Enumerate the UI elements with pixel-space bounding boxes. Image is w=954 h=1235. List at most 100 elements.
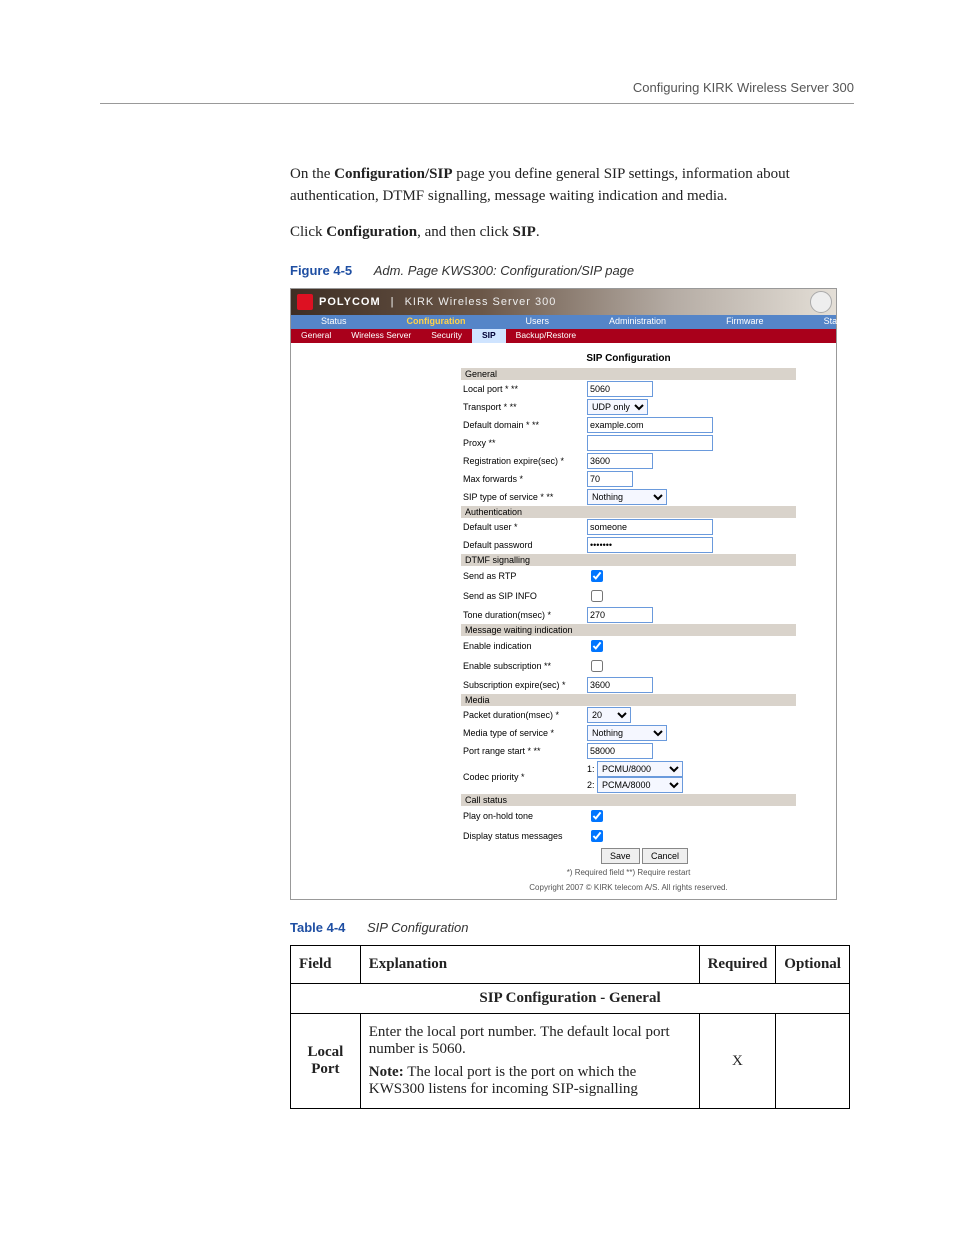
input-default-domain[interactable] [587,417,713,433]
table-row: Local Port Enter the local port number. … [291,1014,850,1109]
label-tone-duration: Tone duration(msec) * [461,606,585,624]
click-paragraph: Click Configuration, and then click SIP. [290,222,854,244]
primary-tab[interactable]: Users [496,315,580,329]
figure-title: Adm. Page KWS300: Configuration/SIP page [374,263,634,278]
primary-tab[interactable]: Statistics [794,315,890,329]
table-section-row: SIP Configuration - General [291,984,850,1014]
label-transport: Transport * ** [461,398,585,416]
primary-tab-bar: StatusConfigurationUsersAdministrationFi… [291,315,836,329]
input-max-forwards[interactable] [587,471,633,487]
section-general: General [461,368,796,380]
label-display-status: Display status messages [461,826,585,846]
section-call-status: Call status [461,794,796,806]
footnote-copyright: Copyright 2007 © KIRK telecom A/S. All r… [461,883,796,893]
inline-bold: Configuration [326,224,417,240]
checkbox-send-info[interactable] [591,590,603,602]
label-sub-expire: Subscription expire(sec) * [461,676,585,694]
select-codec-1[interactable]: PCMU/8000 [597,761,683,777]
label-enable-indication: Enable indication [461,636,585,656]
section-mwi: Message waiting indication [461,624,796,636]
select-transport[interactable]: UDP only [587,399,648,415]
inline-bold: Configuration/SIP [334,166,452,182]
input-tone-duration[interactable] [587,607,653,623]
embedded-screenshot: POLYCOM | KIRK Wireless Server 300 Statu… [290,288,837,900]
checkbox-enable-indication[interactable] [591,640,603,652]
td-required: X [699,1014,776,1109]
select-sip-tos[interactable]: Nothing [587,489,667,505]
input-reg-expire[interactable] [587,453,653,469]
select-packet-duration[interactable]: 20 [587,707,631,723]
label-send-info: Send as SIP INFO [461,586,585,606]
input-default-password[interactable] [587,537,713,553]
td-field: Local Port [291,1014,361,1109]
brand-name: POLYCOM [319,296,381,308]
td-section: SIP Configuration - General [291,984,850,1014]
figure-label: Figure 4-5 [290,263,352,278]
th-explanation: Explanation [360,946,699,984]
explanation-line-2: The local port is the port on which the … [369,1064,638,1097]
footnote-required: *) Required field **) Require restart [461,868,796,878]
th-required: Required [699,946,776,984]
note-lead: Note: [369,1064,404,1080]
checkbox-send-rtp[interactable] [591,570,603,582]
label-reg-expire: Registration expire(sec) * [461,452,585,470]
running-header: Configuring KIRK Wireless Server 300 [100,80,854,95]
product-name: KIRK Wireless Server 300 [405,296,557,308]
label-default-domain: Default domain * ** [461,416,585,434]
figure-caption: Figure 4-5 Adm. Page KWS300: Configurati… [290,263,854,278]
checkbox-display-status[interactable] [591,830,603,842]
input-local-port[interactable] [587,381,653,397]
table-caption: Table 4-4 SIP Configuration [290,920,854,935]
label-media-tos: Media type of service * [461,724,585,742]
page-container: Configuring KIRK Wireless Server 300 On … [0,0,954,1169]
checkbox-enable-subscription[interactable] [591,660,603,672]
primary-tab[interactable]: Configuration [377,315,496,329]
header-rule [100,103,854,104]
label-local-port: Local port * ** [461,380,585,398]
page-title: SIP Configuration [461,353,796,364]
secondary-tab[interactable]: Wireless Server [341,329,421,343]
primary-tab[interactable]: Firmware [696,315,794,329]
input-sub-expire[interactable] [587,677,653,693]
explanation-line-1: Enter the local port number. The default… [369,1024,691,1058]
label-send-rtp: Send as RTP [461,566,585,586]
label-default-password: Default password [461,536,585,554]
primary-tab[interactable]: Status [291,315,377,329]
section-media: Media [461,694,796,706]
td-optional [776,1014,850,1109]
label-packet-duration: Packet duration(msec) * [461,706,585,724]
cancel-button[interactable]: Cancel [642,848,688,864]
label-port-range: Port range start * ** [461,742,585,760]
polycom-logo-icon [297,294,313,310]
secondary-tab[interactable]: Security [421,329,472,343]
checkbox-play-hold[interactable] [591,810,603,822]
intro-paragraph: On the Configuration/SIP page you define… [290,164,854,208]
table-title: SIP Configuration [367,920,468,935]
save-button[interactable]: Save [601,848,640,864]
sip-form-table: General Local port * ** Transport * ** U… [461,368,796,846]
input-proxy[interactable] [587,435,713,451]
app-titlebar: POLYCOM | KIRK Wireless Server 300 [291,289,836,315]
titlebar-separator: | [387,296,399,308]
secondary-tab[interactable]: Backup/Restore [506,329,586,343]
th-optional: Optional [776,946,850,984]
secondary-tab[interactable]: General [291,329,341,343]
secondary-tab[interactable]: SIP [472,329,506,343]
th-field: Field [291,946,361,984]
table-row: Field Explanation Required Optional [291,946,850,984]
inline-bold: SIP [512,224,535,240]
input-port-range[interactable] [587,743,653,759]
secondary-tab-bar: GeneralWireless ServerSecuritySIPBackup/… [291,329,836,343]
select-media-tos[interactable]: Nothing [587,725,667,741]
td-explanation: Enter the local port number. The default… [360,1014,699,1109]
table-label: Table 4-4 [290,920,345,935]
section-auth: Authentication [461,506,796,518]
select-codec-2[interactable]: PCMA/8000 [597,777,683,793]
input-default-user[interactable] [587,519,713,535]
clock-icon [810,291,832,313]
label-default-user: Default user * [461,518,585,536]
section-dtmf: DTMF signalling [461,554,796,566]
primary-tab[interactable]: Administration [579,315,696,329]
content-area: On the Configuration/SIP page you define… [290,164,854,1109]
label-sip-tos: SIP type of service * ** [461,488,585,506]
